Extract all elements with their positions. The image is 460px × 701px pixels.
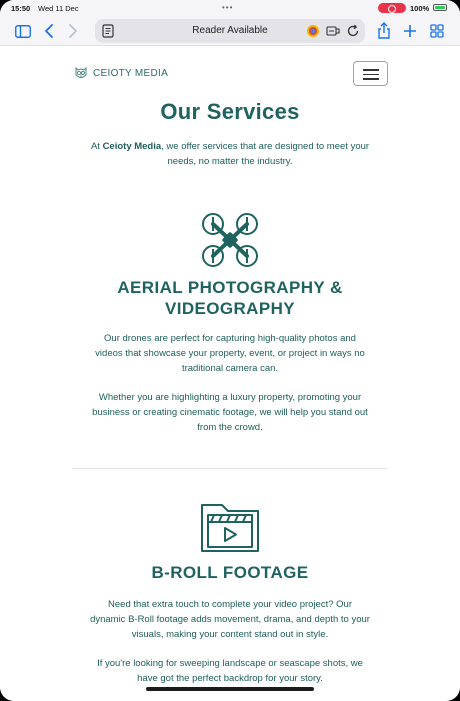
home-indicator[interactable] [146,687,314,691]
drone-icon [202,213,258,267]
site-header: CEIOTY MEDIA [0,47,460,97]
broll-description: Need that extra touch to complete your v… [90,599,370,640]
status-date: Wed 11 Dec [38,4,79,13]
owl-logo-icon [75,66,87,78]
status-time: 15:50 [11,4,31,13]
extension-icon[interactable] [306,24,320,38]
address-text[interactable]: Reader Available [155,25,305,36]
translate-icon[interactable] [326,24,340,38]
site-logo[interactable]: CEIOTY MEDIA [73,64,168,82]
forward-icon[interactable] [64,22,82,40]
logo-text: CEIOTY MEDIA [93,67,169,79]
battery-percentage: 100% [410,4,430,13]
broll-description-2: If you're looking for sweeping landscape… [97,658,363,684]
menu-line-icon [363,73,379,75]
reload-icon[interactable] [346,24,360,38]
address-bar[interactable]: Reader Available [95,19,365,43]
film-folder-icon [201,504,259,552]
page-title: Our Services [160,99,300,124]
status-bar: 15:50 Wed 11 Dec ••• 100% [0,0,460,16]
multitasking-dots[interactable]: ••• [222,3,233,12]
menu-line-icon [363,69,379,71]
sidebar-icon[interactable] [14,22,32,40]
intro-text-end: , we offer services that are designed to… [161,141,370,167]
aerial-description: Our drones are perfect for capturing hig… [95,333,365,374]
back-icon[interactable] [40,22,58,40]
browser-toolbar: Reader Available [0,16,460,46]
broll-service-title: B-ROLL FOOTAGE [151,563,309,582]
aerial-service-title: AERIAL PHOTOGRAPHY & VIDEOGRAPHY [117,278,343,318]
web-page: CEIOTY MEDIA Our Services At Ceioty Medi… [0,47,460,701]
ipad-screen: 15:50 Wed 11 Dec ••• 100% Reader Availab… [0,0,460,701]
section-divider [72,468,388,469]
brand-name: Ceioty Media [102,141,162,152]
intro-text-start: At [90,141,103,152]
screen-recording-icon[interactable] [378,3,406,13]
new-tab-icon[interactable] [401,22,419,40]
share-icon[interactable] [375,22,393,40]
tabs-icon[interactable] [428,22,446,40]
battery-icon [433,4,447,11]
menu-line-icon [363,78,379,80]
reader-icon[interactable] [102,24,114,38]
aerial-description-2: Whether you are highlighting a luxury pr… [92,392,368,433]
intro-text: At Ceioty Media, we offer services that … [80,139,380,169]
hamburger-menu-button[interactable] [353,61,388,86]
